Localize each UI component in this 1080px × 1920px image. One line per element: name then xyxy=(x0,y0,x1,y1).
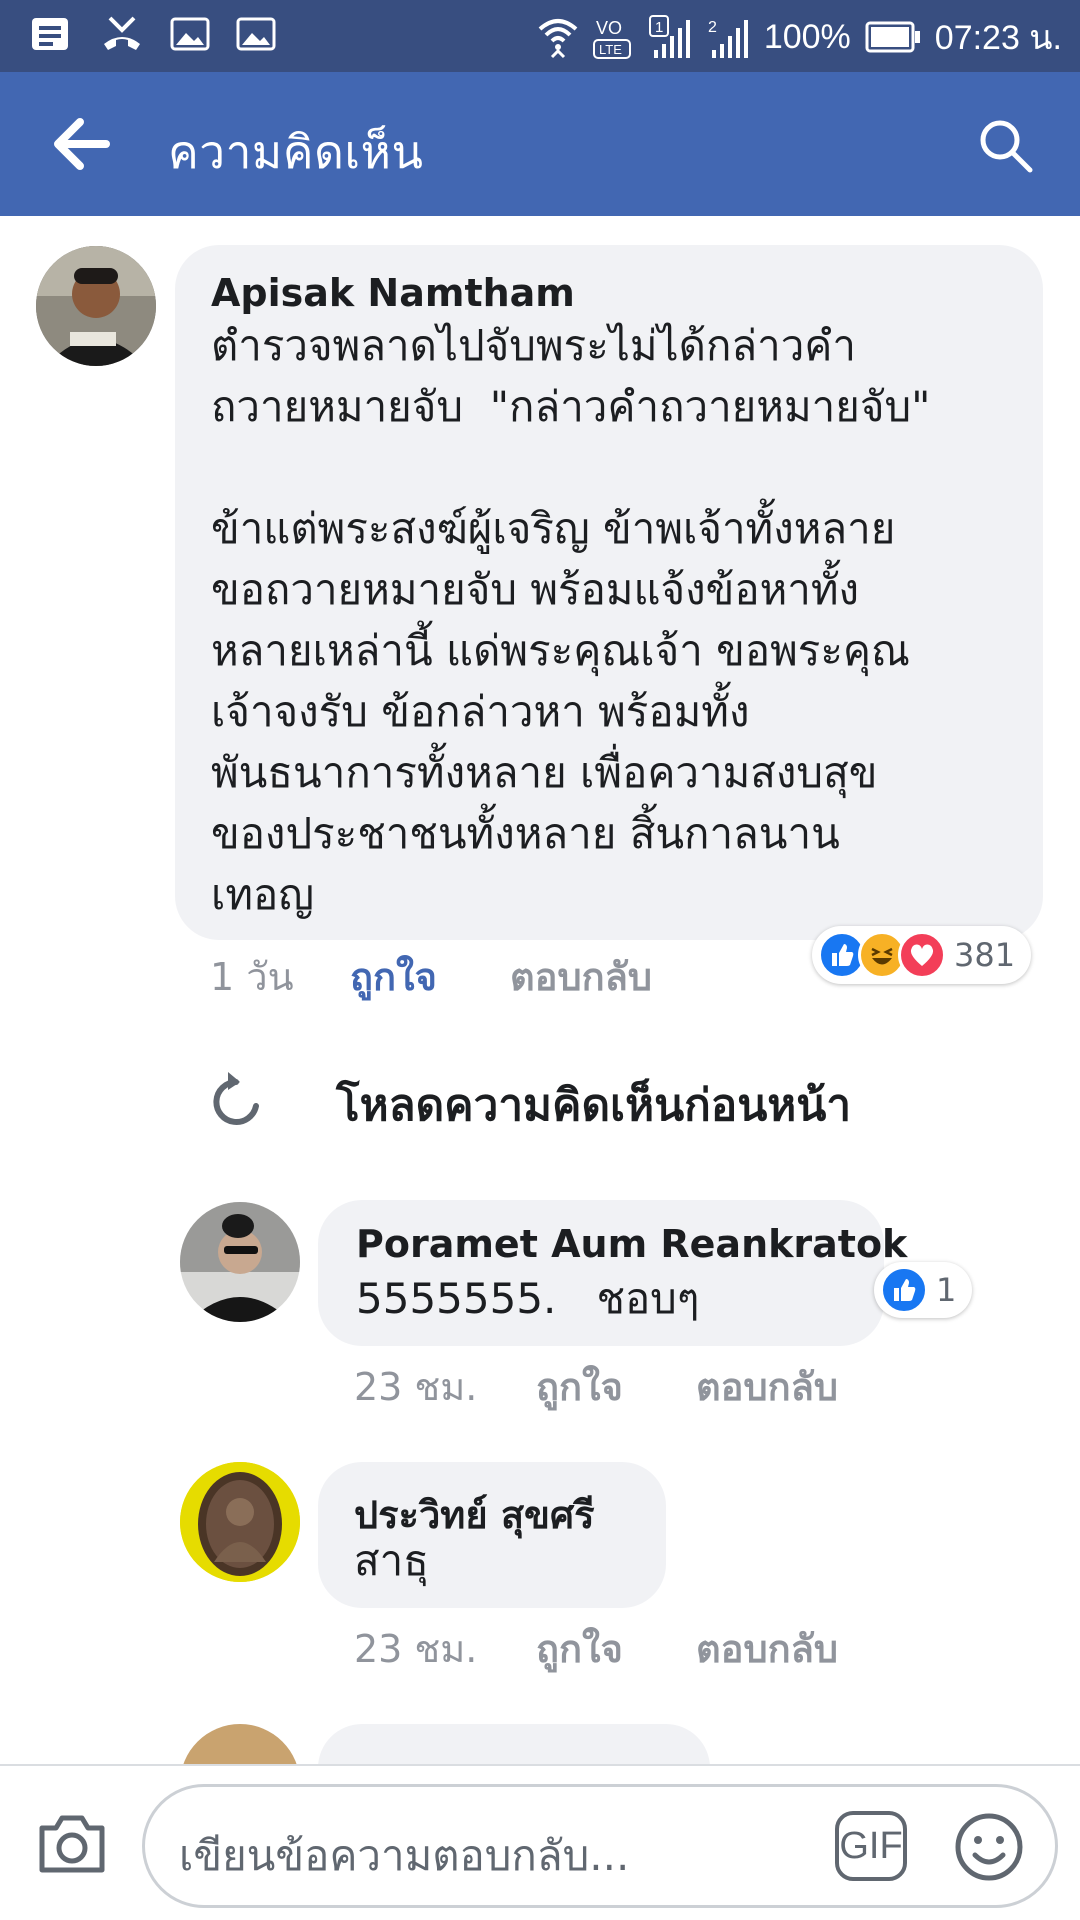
reply-text: สาธุ xyxy=(354,1536,429,1585)
signal-sim1-icon: 1 xyxy=(648,15,690,58)
battery-percent: 100% xyxy=(763,17,851,56)
reply-input[interactable]: เขียนข้อความตอบกลับ... GIF xyxy=(142,1784,1058,1908)
comment-text: ตำรวจพลาดไปจับพระไม่ได้กล่าวคำ ถวายหมายจ… xyxy=(211,321,931,919)
avatar[interactable] xyxy=(36,246,156,366)
reply-button[interactable]: ตอบกลับ xyxy=(510,946,652,1007)
love-reaction-icon xyxy=(898,931,946,979)
signal-sim2-icon: 2 xyxy=(708,19,748,58)
image-icon xyxy=(236,17,276,51)
reply-author[interactable]: Poramet Aum Reankratok xyxy=(356,1222,907,1266)
emoji-button[interactable] xyxy=(953,1811,1025,1883)
reply-input-placeholder: เขียนข้อความตอบกลับ... xyxy=(179,1831,630,1880)
reply-bubble[interactable]: ประวิทย์ สุขศรี สาธุ xyxy=(318,1462,666,1608)
svg-text:2: 2 xyxy=(708,19,717,36)
reply-composer: เขียนข้อความตอบกลับ... GIF xyxy=(0,1764,1080,1920)
like-button[interactable]: ถูกใจ xyxy=(350,946,437,1007)
avatar[interactable] xyxy=(180,1462,300,1582)
page-title: ความคิดเห็น xyxy=(168,125,424,179)
svg-text:VO: VO xyxy=(596,18,622,38)
reply-time: 23 ชม. xyxy=(354,1627,478,1671)
volte-icon: VO LTE xyxy=(592,18,631,59)
smiley-icon xyxy=(955,1813,1023,1881)
like-reaction-icon xyxy=(880,1266,928,1314)
battery-icon xyxy=(865,21,920,53)
reply-button[interactable]: ตอบกลับ xyxy=(696,1356,838,1417)
back-button[interactable] xyxy=(50,116,120,172)
camera-icon xyxy=(39,1815,105,1873)
back-arrow-icon xyxy=(54,118,110,170)
comment-bubble[interactable]: Apisak Namtham ตำรวจพลาดไปจับพระไม่ได้กล… xyxy=(175,245,1043,940)
svg-text:1: 1 xyxy=(655,19,663,36)
system-icons: VO LTE 1 2 100% 07:23 น. xyxy=(538,10,1062,64)
search-button[interactable] xyxy=(976,116,1036,176)
person-avatar-image xyxy=(36,246,156,366)
missed-call-icon xyxy=(104,16,140,50)
like-button[interactable]: ถูกใจ xyxy=(536,1618,623,1679)
load-previous-comments[interactable]: โหลดความคิดเห็นก่อนหน้า xyxy=(210,1062,910,1132)
gif-button[interactable]: GIF xyxy=(835,1811,907,1881)
like-button[interactable]: ถูกใจ xyxy=(536,1356,623,1417)
wifi-icon xyxy=(538,19,578,59)
reply-time: 23 ชม. xyxy=(354,1365,478,1409)
notification-icons xyxy=(30,14,276,54)
app-bar: ความคิดเห็น xyxy=(0,72,1080,216)
refresh-icon xyxy=(213,1072,259,1125)
news-icon xyxy=(32,18,68,50)
clock: 07:23 น. xyxy=(934,19,1062,57)
comment-time: 1 วัน xyxy=(210,955,294,999)
reply-text: 5555555. ชอบๆ xyxy=(356,1274,700,1323)
amulet-avatar-image xyxy=(180,1462,300,1582)
comment-author[interactable]: Apisak Namtham xyxy=(211,271,575,315)
reply-bubble[interactable]: Poramet Aum Reankratok 5555555. ชอบๆ xyxy=(318,1200,907,1346)
camera-button[interactable] xyxy=(36,1812,108,1876)
status-bar: VO LTE 1 2 100% 07:23 น. xyxy=(0,0,1080,72)
person-avatar-image xyxy=(180,1202,300,1322)
reaction-summary[interactable]: 381 xyxy=(812,926,1032,984)
avatar[interactable] xyxy=(180,1202,300,1322)
search-icon xyxy=(980,120,1033,173)
reaction-count: 381 xyxy=(954,936,1016,974)
reply-button[interactable]: ตอบกลับ xyxy=(696,1618,838,1679)
load-previous-label: โหลดความคิดเห็นก่อนหน้า xyxy=(336,1080,852,1131)
reaction-count: 1 xyxy=(936,1271,957,1309)
reaction-summary[interactable]: 1 xyxy=(874,1262,973,1318)
image-icon xyxy=(170,17,210,51)
svg-text:LTE: LTE xyxy=(599,42,622,57)
